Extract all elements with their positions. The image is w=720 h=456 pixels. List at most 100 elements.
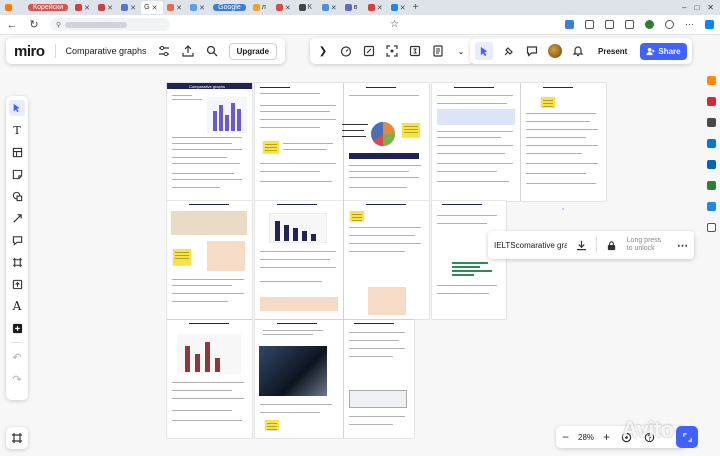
sticky-note[interactable] (350, 211, 364, 221)
sidebar-app-icon[interactable] (706, 181, 716, 190)
browser-tab[interactable]: ✕ (187, 1, 209, 14)
sticky-note-tool-icon[interactable] (9, 166, 25, 182)
site-info-icon[interactable]: ⚲ (56, 21, 61, 29)
templates-tool-icon[interactable] (9, 144, 25, 160)
new-tab-button[interactable]: + (413, 2, 419, 13)
comment-tool-icon[interactable] (9, 232, 25, 248)
browser-tab[interactable]: ✕ (273, 1, 295, 14)
text-tool-icon[interactable]: T (9, 122, 25, 138)
board-page-11[interactable] (255, 320, 343, 438)
undo-icon[interactable]: ↶ (9, 349, 25, 365)
close-icon[interactable]: ✕ (285, 4, 291, 12)
account-icon[interactable] (665, 20, 674, 29)
back-button[interactable]: ← (6, 19, 18, 31)
pen-tool-icon[interactable]: A (9, 298, 25, 314)
close-icon[interactable]: ✕ (400, 4, 406, 12)
board-page-8[interactable] (344, 201, 429, 319)
board-page-2[interactable] (255, 83, 343, 201)
browser-tab[interactable]: К (296, 1, 318, 14)
card-edit-icon[interactable] (362, 44, 376, 58)
close-icon[interactable]: ✕ (107, 4, 113, 12)
browser-tab[interactable] (2, 1, 24, 14)
double-chevron-down-icon[interactable]: ⌄ (454, 44, 468, 58)
board-page-12[interactable] (344, 320, 414, 438)
sidebar-app-icon[interactable] (706, 160, 716, 169)
search-icon[interactable] (205, 44, 219, 58)
zoom-in-button[interactable]: + (603, 430, 610, 444)
copilot-icon[interactable] (705, 20, 714, 29)
bell-icon[interactable] (571, 44, 585, 58)
tab-search-icon[interactable] (605, 20, 614, 29)
board-page-3[interactable] (344, 83, 429, 201)
lock-icon[interactable] (605, 238, 618, 252)
miro-logo[interactable]: miro (14, 43, 45, 60)
frames-panel-button[interactable] (6, 427, 28, 449)
add-sidebar-app-icon[interactable] (706, 223, 716, 232)
browser-tab[interactable]: ✕ (365, 1, 387, 14)
sticky-note[interactable] (263, 141, 279, 153)
select-tool-icon[interactable] (9, 100, 25, 116)
notes-list-icon[interactable] (431, 44, 445, 58)
sidebar-app-icon[interactable] (706, 139, 716, 148)
export-upload-icon[interactable] (181, 44, 195, 58)
frame-tool-icon[interactable] (9, 254, 25, 270)
browser-tab[interactable]: в (342, 1, 364, 14)
share-button[interactable]: Share (640, 42, 687, 60)
upgrade-button[interactable]: Upgrade (228, 42, 278, 60)
browser-tab[interactable]: ✕ (319, 1, 341, 14)
sticky-note[interactable] (265, 420, 279, 430)
comment-icon[interactable] (525, 44, 539, 58)
profile-icon[interactable] (645, 20, 654, 29)
minimize-button[interactable]: – (682, 3, 686, 12)
add-more-apps-icon[interactable] (9, 320, 25, 336)
handwritten-note[interactable] (342, 122, 372, 142)
browser-tab[interactable]: ✕ (164, 1, 186, 14)
refresh-button[interactable]: ↻ (28, 18, 40, 31)
close-icon[interactable]: ✕ (377, 4, 383, 12)
sidebar-app-icon[interactable] (706, 118, 716, 127)
voting-icon[interactable] (408, 44, 422, 58)
board-page-4[interactable] (432, 83, 520, 201)
minimap-toggle-button[interactable] (676, 426, 698, 448)
shapes-tool-icon[interactable] (9, 188, 25, 204)
sidebar-app-icon[interactable] (706, 76, 716, 85)
board-page-1[interactable]: Comparative graphs (167, 83, 252, 201)
browser-tab[interactable]: ✕ (72, 1, 94, 14)
present-button[interactable]: Present (594, 45, 631, 58)
more-options-icon[interactable]: ⋯ (677, 239, 688, 252)
sidebar-app-icon[interactable] (706, 97, 716, 106)
board-page-9[interactable] (432, 201, 506, 319)
board-title[interactable]: Comparative graphs (66, 46, 147, 56)
board-page-6[interactable] (167, 201, 252, 319)
settings-sliders-icon[interactable] (157, 44, 171, 58)
extension-icon[interactable] (565, 20, 574, 29)
connector-line-tool-icon[interactable] (9, 210, 25, 226)
browser-tab[interactable]: ✕ (95, 1, 117, 14)
sidebar-icon[interactable] (585, 20, 594, 29)
zoom-out-button[interactable]: − (562, 430, 569, 444)
browser-tab[interactable]: Google (210, 1, 249, 14)
collections-icon[interactable] (625, 20, 634, 29)
sticky-note[interactable] (173, 249, 191, 265)
browser-tab[interactable]: ✕ (388, 1, 410, 14)
sticky-note[interactable] (402, 123, 420, 137)
upload-tool-icon[interactable] (9, 276, 25, 292)
chevron-right-icon[interactable]: ❯ (316, 44, 330, 58)
board-page-5[interactable] (521, 83, 606, 201)
zoom-level[interactable]: 28% (578, 433, 594, 442)
url-field[interactable]: ⚲ (50, 18, 170, 31)
maximize-button[interactable]: □ (694, 3, 699, 12)
focus-capture-icon[interactable] (385, 44, 399, 58)
cursor-select-icon[interactable] (475, 42, 493, 60)
download-icon[interactable] (575, 238, 588, 252)
user-avatar[interactable] (548, 44, 562, 58)
close-window-button[interactable]: ✕ (707, 3, 714, 12)
more-menu-icon[interactable]: ⋯ (685, 19, 694, 30)
board-page-7[interactable] (255, 201, 343, 319)
browser-tab[interactable]: л (250, 1, 272, 14)
timer-icon[interactable] (339, 44, 353, 58)
close-icon[interactable]: ✕ (152, 4, 158, 12)
close-icon[interactable]: ✕ (176, 4, 182, 12)
sidebar-app-icon[interactable] (706, 202, 716, 211)
browser-tab-active[interactable]: G ✕ (141, 1, 164, 14)
